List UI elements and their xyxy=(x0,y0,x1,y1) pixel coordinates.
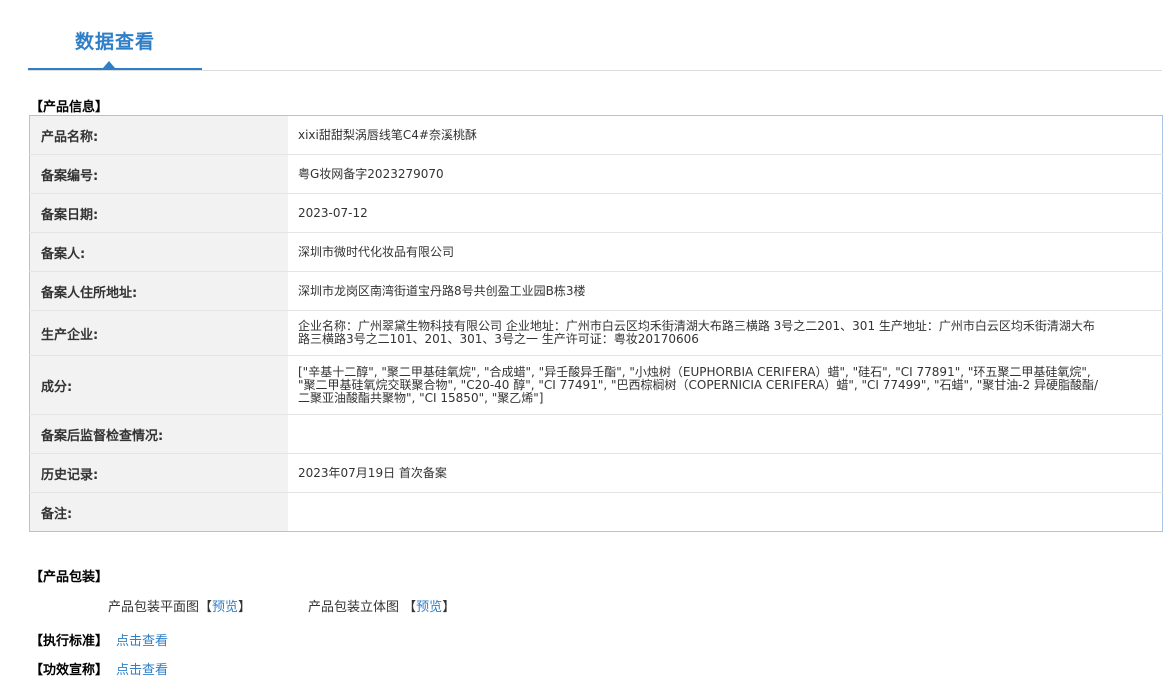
packaging-flat-preview-link[interactable]: 预览 xyxy=(212,600,238,615)
row-value xyxy=(288,492,1163,532)
row-value: 深圳市微时代化妆品有限公司 xyxy=(288,232,1163,272)
product-info-heading: 【产品信息】 xyxy=(30,100,109,115)
row-label: 备案编号: xyxy=(29,154,288,194)
row-label: 生产企业: xyxy=(29,310,288,356)
row-value: 深圳市龙岗区南湾街道宝丹路8号共创盈工业园B栋3楼 xyxy=(288,271,1163,311)
row-value xyxy=(288,414,1163,454)
table-row: 生产企业: 企业名称：广州翠黛生物科技有限公司 企业地址：广州市白云区均禾街清湖… xyxy=(29,310,1163,356)
row-label: 备注: xyxy=(29,492,288,532)
table-row: 备案人: 深圳市微时代化妆品有限公司 xyxy=(29,232,1163,272)
packaging-stereo-label: 产品包装立体图 xyxy=(308,600,400,615)
product-info-table: 产品名称: xixi甜甜梨涡唇线笔C4#奈溪桃酥 备案编号: 粤G妆网备字202… xyxy=(29,115,1163,532)
table-row: 备案日期: 2023-07-12 xyxy=(29,193,1163,233)
bracket-open: 【 xyxy=(199,600,213,615)
row-label: 备案后监督检查情况: xyxy=(29,414,288,454)
table-row: 历史记录: 2023年07月19日 首次备案 xyxy=(29,453,1163,493)
row-value: xixi甜甜梨涡唇线笔C4#奈溪桃酥 xyxy=(298,127,477,142)
bracket-close: 】 xyxy=(442,600,456,615)
tab-active-caret-icon xyxy=(103,61,115,68)
bracket-close: 】 xyxy=(238,600,252,615)
packaging-stereo: 产品包装立体图 【预览】 xyxy=(308,596,455,615)
row-label: 备案日期: xyxy=(29,193,288,233)
tab-bar: 数据查看 xyxy=(28,0,1162,71)
packaging-flat-label: 产品包装平面图 xyxy=(108,600,200,615)
row-label: 备案人住所地址: xyxy=(29,271,288,311)
standard-view-link[interactable]: 点击查看 xyxy=(116,634,168,649)
row-value: 2023年07月19日 首次备案 xyxy=(288,453,1163,493)
table-row: 产品名称: xixi甜甜梨涡唇线笔C4#奈溪桃酥 xyxy=(29,115,1163,155)
tab-title: 数据查看 xyxy=(74,31,155,53)
table-row: 备注: xyxy=(29,492,1163,532)
table-row: 备案后监督检查情况: xyxy=(29,414,1163,454)
tab-data-view[interactable]: 数据查看 xyxy=(28,0,202,70)
row-value: 企业名称：广州翠黛生物科技有限公司 企业地址：广州市白云区均禾街清湖大布路三横路… xyxy=(288,310,1163,356)
row-label: 产品名称: xyxy=(29,115,288,155)
standard-line: 【执行标准】 点击查看 xyxy=(30,630,168,649)
row-label: 备案人: xyxy=(29,232,288,272)
bracket-open: 【 xyxy=(403,600,417,615)
efficacy-line: 【功效宣称】 点击查看 xyxy=(30,659,168,678)
standard-heading: 【执行标准】 xyxy=(30,634,109,649)
row-value: 2023-07-12 xyxy=(288,193,1163,233)
packaging-flat: 产品包装平面图【预览】 xyxy=(108,596,251,615)
packaging-heading: 【产品包装】 xyxy=(30,570,109,585)
row-label: 历史记录: xyxy=(29,453,288,493)
efficacy-heading: 【功效宣称】 xyxy=(30,663,109,678)
efficacy-view-link[interactable]: 点击查看 xyxy=(116,663,168,678)
packaging-stereo-preview-link[interactable]: 预览 xyxy=(416,600,442,615)
row-label: 成分: xyxy=(29,355,288,415)
row-value: ["辛基十二醇", "聚二甲基硅氧烷", "合成蜡", "异壬酸异壬酯", "小… xyxy=(288,355,1163,415)
table-row: 备案人住所地址: 深圳市龙岗区南湾街道宝丹路8号共创盈工业园B栋3楼 xyxy=(29,271,1163,311)
table-row: 成分: ["辛基十二醇", "聚二甲基硅氧烷", "合成蜡", "异壬酸异壬酯"… xyxy=(29,355,1163,415)
table-row: 备案编号: 粤G妆网备字2023279070 xyxy=(29,154,1163,194)
row-value: 粤G妆网备字2023279070 xyxy=(288,154,1163,194)
